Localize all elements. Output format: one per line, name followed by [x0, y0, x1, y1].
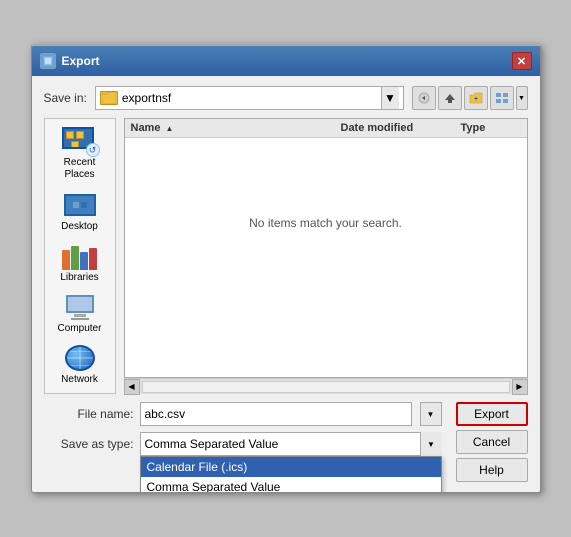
save-type-row: Save as type: Comma Separated Value ▼ Ca… — [44, 432, 442, 456]
nav-item-network[interactable]: Network — [47, 340, 113, 389]
file-name-input[interactable] — [140, 402, 412, 426]
main-area: ↺ RecentPlaces Desktop — [44, 118, 528, 394]
scroll-track[interactable] — [142, 381, 510, 393]
file-name-row: File name: ▼ — [44, 402, 442, 426]
libraries-icon — [62, 242, 98, 270]
file-name-dropdown-arrow[interactable]: ▼ — [420, 402, 442, 426]
save-in-arrow[interactable]: ▼ — [381, 87, 399, 109]
nav-item-recent-places[interactable]: ↺ RecentPlaces — [47, 123, 113, 185]
dialog-body: Save in: exportnsf ▼ — [32, 76, 540, 492]
save-type-display[interactable]: Comma Separated Value — [140, 432, 442, 456]
libraries-label: Libraries — [60, 272, 98, 283]
svg-text:+: + — [473, 96, 477, 103]
dialog-icon — [40, 53, 56, 69]
close-button[interactable]: ✕ — [512, 52, 532, 70]
file-list: Name ▲ Date modified Type No items match… — [124, 118, 528, 378]
up-button[interactable] — [438, 86, 462, 110]
file-list-container: Name ▲ Date modified Type No items match… — [124, 118, 528, 394]
save-type-arrow[interactable]: ▼ — [420, 432, 442, 456]
dropdown-item-csv[interactable]: Comma Separated Value — [141, 477, 441, 493]
nav-item-desktop[interactable]: Desktop — [47, 187, 113, 236]
save-type-select-wrapper: Comma Separated Value ▼ Calendar File (.… — [140, 432, 442, 456]
desktop-label: Desktop — [61, 221, 98, 232]
cancel-button[interactable]: Cancel — [456, 430, 528, 454]
new-folder-button[interactable]: + — [464, 86, 488, 110]
col-header-date[interactable]: Date modified — [341, 122, 461, 134]
help-button[interactable]: Help — [456, 458, 528, 482]
action-buttons: Export Cancel Help — [456, 402, 528, 482]
back-button[interactable] — [412, 86, 436, 110]
save-type-label: Save as type: — [44, 437, 134, 451]
dialog-title: Export — [62, 54, 100, 68]
network-label: Network — [61, 374, 98, 385]
desktop-icon — [62, 191, 98, 219]
recent-places-label: RecentPlaces — [64, 157, 96, 181]
file-list-header: Name ▲ Date modified Type — [125, 119, 527, 138]
folder-icon — [100, 91, 118, 105]
computer-icon — [62, 293, 98, 321]
network-icon — [62, 344, 98, 372]
export-button[interactable]: Export — [456, 402, 528, 426]
view-button[interactable] — [490, 86, 514, 110]
scroll-right-button[interactable]: ▶ — [512, 379, 528, 395]
save-in-label: Save in: — [44, 91, 87, 105]
export-dialog: Export ✕ Save in: exportnsf ▼ — [31, 44, 541, 493]
save-type-dropdown: Calendar File (.ics) Comma Separated Val… — [140, 456, 442, 493]
title-bar-left: Export — [40, 53, 100, 69]
computer-label: Computer — [58, 323, 102, 334]
recent-places-icon: ↺ — [62, 127, 98, 155]
save-in-value: exportnsf — [122, 91, 377, 105]
horizontal-scrollbar[interactable]: ◀ ▶ — [124, 378, 528, 394]
sort-arrow-icon: ▲ — [166, 124, 174, 133]
nav-item-libraries[interactable]: Libraries — [47, 238, 113, 287]
col-header-name[interactable]: Name ▲ — [131, 122, 341, 134]
save-in-row: Save in: exportnsf ▼ — [44, 86, 528, 110]
toolbar: + ▼ — [412, 86, 528, 110]
bottom-section: File name: ▼ Save as type: Comma Separat… — [44, 402, 528, 482]
left-nav-panel: ↺ RecentPlaces Desktop — [44, 118, 116, 394]
nav-item-computer[interactable]: Computer — [47, 289, 113, 338]
input-area: File name: ▼ Save as type: Comma Separat… — [44, 402, 442, 462]
save-in-combo[interactable]: exportnsf ▼ — [95, 86, 404, 110]
input-buttons-row: File name: ▼ Save as type: Comma Separat… — [44, 402, 528, 482]
file-list-empty-message: No items match your search. — [125, 138, 527, 308]
scroll-left-button[interactable]: ◀ — [124, 379, 140, 395]
dropdown-item-calendar[interactable]: Calendar File (.ics) — [141, 457, 441, 477]
file-name-label: File name: — [44, 407, 134, 421]
title-bar: Export ✕ — [32, 46, 540, 76]
view-arrow-button[interactable]: ▼ — [516, 86, 528, 110]
col-header-type[interactable]: Type — [461, 122, 521, 134]
